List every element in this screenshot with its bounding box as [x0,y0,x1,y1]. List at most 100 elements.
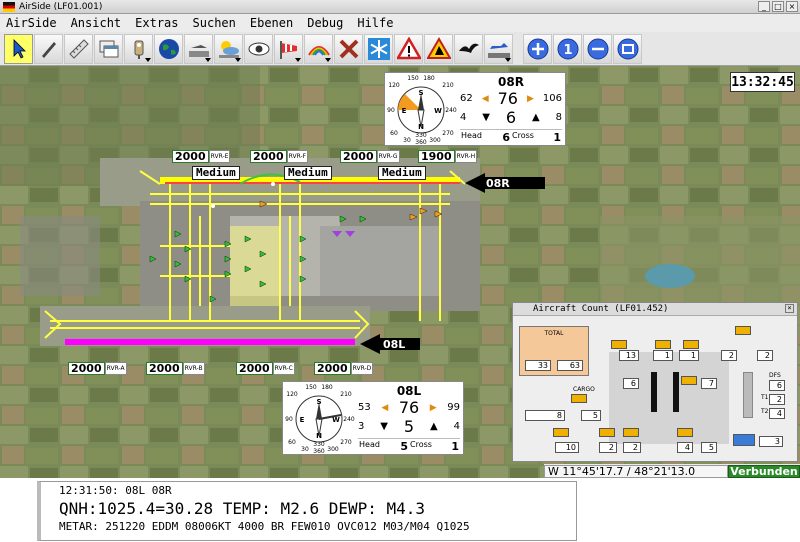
svg-text:300: 300 [327,446,339,453]
warning-tool-button[interactable] [394,33,423,64]
braking-action-3[interactable]: Medium [378,166,426,180]
cross-label: Cross [512,131,534,140]
svg-text:180: 180 [321,384,333,391]
roadworks-icon [426,36,451,59]
menu-bar: AirSide Ansicht Extras Suchen Ebenen Deb… [0,14,800,32]
total-a: 33 [525,360,551,371]
wind-speed: 6 [505,108,517,127]
eye-tool-button[interactable] [244,33,273,64]
svg-text:S: S [316,398,321,406]
runway-label-08l: 08L [383,338,405,351]
count-6: 6 [623,378,639,389]
maximize-button[interactable]: □ [772,1,784,12]
zoom-out-button[interactable] [583,33,612,64]
wind-panel-08l[interactable]: 150 180 120 210 90 240 60 270 30 300 360 330 S… [282,381,464,455]
menu-ebenen[interactable]: Ebenen [244,16,301,30]
in-badge [655,340,671,349]
aircraft-count-header[interactable]: Aircraft Count (LF01.452) × [513,303,797,316]
count-dfs: 6 [769,380,785,391]
pier-b [673,372,679,412]
wind-dir: 76 [398,398,420,417]
zoom-fit-icon [617,38,638,59]
works-tool-button[interactable] [424,33,453,64]
svg-text:60: 60 [390,130,398,137]
pen-tool-button[interactable] [34,33,63,64]
snowflake-icon [367,37,390,60]
count-in-2: 2 [599,442,617,453]
menu-hilfe[interactable]: Hilfe [351,16,401,30]
cargo-count: 5 [581,410,601,421]
rvr-h[interactable]: 1900 RVR-H [418,150,478,163]
total-label: TOTAL [544,330,564,337]
count-runway: 3 [759,436,783,447]
aircraft-count-title: Aircraft Count (LF01.452) [533,304,669,314]
svg-text:270: 270 [442,130,454,137]
svg-text:210: 210 [442,82,454,89]
rvr-b[interactable]: 2000 RVR-B [146,362,205,375]
svg-text:120: 120 [388,82,400,89]
cargo-badge [571,394,587,403]
aircraft-runway-badge [733,434,755,446]
wind-speed: 5 [403,417,415,436]
aircraft-layer-tool-button[interactable] [184,33,213,64]
menu-ansicht[interactable]: Ansicht [65,16,130,30]
close-icon[interactable]: × [785,304,794,313]
count-10: 10 [555,442,579,453]
aircraft-count-window[interactable]: Aircraft Count (LF01.452) × TOTAL 33 6 3 [512,302,798,462]
globe-tool-button[interactable] [154,33,183,64]
metar-panel: 12:31:50: 08L 08R QNH:1025.4=30.28 TEMP:… [37,481,577,541]
snowflake-tool-button[interactable] [364,33,393,64]
pointer-tool-button[interactable] [4,33,33,64]
wind-panel-08r[interactable]: 150 180 120 210 90 240 60 270 30 300 360 330 S… [384,72,566,146]
dfs-label: DFS [769,372,781,379]
arrival-badge-3 [553,428,569,437]
ruler-tool-button[interactable] [64,33,93,64]
svg-text:330: 330 [415,132,427,139]
close-runway-tool-button[interactable] [334,33,363,64]
metar-qnh-line: QNH:1025.4=30.28 TEMP: M2.6 DEWP: M4.3 [59,499,426,518]
count-13: 13 [619,350,639,361]
rvr-d[interactable]: 2000 RVR-D [314,362,374,375]
rvr-e[interactable]: 2000 RVR-E [172,150,231,163]
cross-value: 1 [553,131,561,144]
rvr-c[interactable]: 2000 RVR-C [236,362,295,375]
menu-extras[interactable]: Extras [129,16,186,30]
flag-icon [3,1,15,12]
menu-suchen[interactable]: Suchen [187,16,244,30]
braking-action-1[interactable]: Medium [192,166,240,180]
svg-text:30: 30 [403,137,411,144]
metar-raw: METAR: 251220 EDDM 08006KT 4000 BR FEW01… [59,520,470,533]
rvr-g[interactable]: 2000 RVR-G [340,150,400,163]
zoom-reset-button[interactable]: 1 [553,33,582,64]
wind-runway-08r: 08R [498,75,524,89]
weather-layer-tool-button[interactable] [214,33,243,64]
rvr-f[interactable]: 2000 RVR-F [250,150,309,163]
menu-debug[interactable]: Debug [301,16,351,30]
count-7a: 7 [701,378,717,389]
status-bar: W 11°45'17.7 / 48°21'13.0 Verbunden [544,464,800,478]
minimize-button[interactable]: _ [758,1,770,12]
svg-text:N: N [316,432,322,440]
count-8: 8 [525,410,565,421]
wind-dir: 76 [497,89,518,108]
windows-tool-button[interactable] [94,33,123,64]
svg-text:90: 90 [387,107,395,114]
zoom-in-button[interactable] [523,33,552,64]
rvr-a[interactable]: 2000 RVR-A [68,362,127,375]
close-button[interactable]: × [786,1,798,12]
warning-icon [396,36,421,59]
head-label: Head [359,440,380,449]
runway-aircraft-tool-button[interactable] [484,33,513,64]
count-dep-d: 5 [701,442,717,453]
pier-a [651,372,657,412]
braking-action-2[interactable]: Medium [284,166,332,180]
zoom-fit-button[interactable] [613,33,642,64]
rainbow-tool-button[interactable] [304,33,333,64]
windsock-tool-button[interactable] [274,33,303,64]
in-badge-2 [599,428,615,437]
count-dep-b: 2 [757,350,773,361]
bird-tool-button[interactable] [454,33,483,64]
menu-airside[interactable]: AirSide [0,16,65,30]
light-tool-button[interactable] [124,33,153,64]
svg-text:E: E [402,107,407,115]
